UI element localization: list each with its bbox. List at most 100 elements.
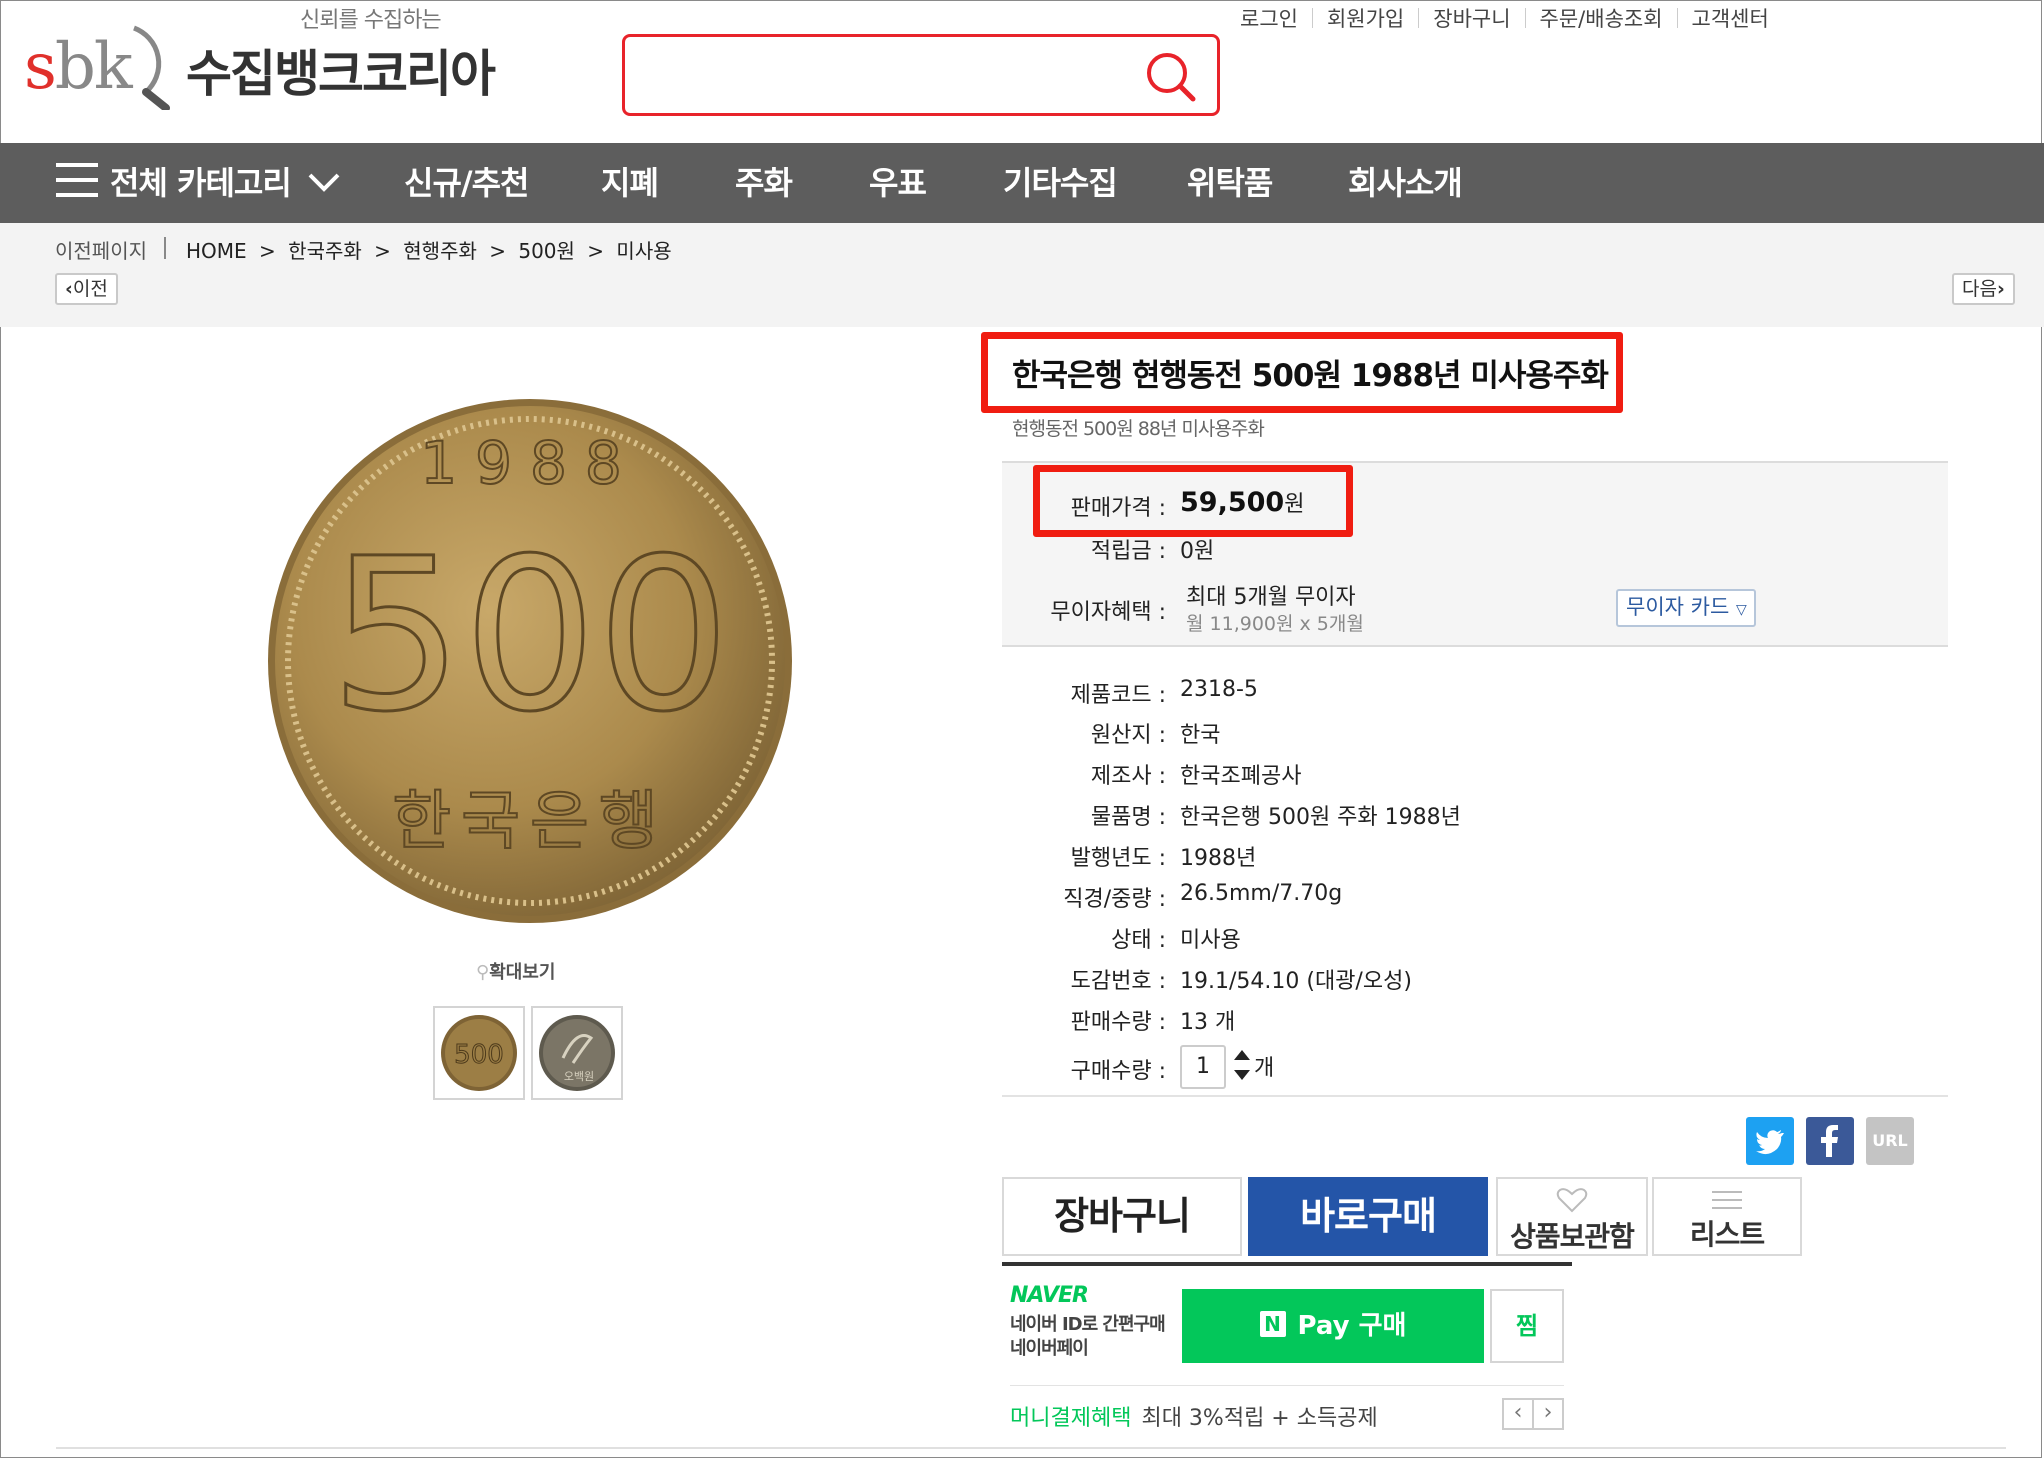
order-tracking-link[interactable]: 주문/배송조회 — [1540, 3, 1663, 33]
nav-new-recommended[interactable]: 신규/추천 — [404, 143, 529, 223]
divider — [1311, 8, 1313, 28]
naver-pay-label: Pay 구매 — [1297, 1311, 1407, 1341]
breadcrumb-separator: > — [374, 239, 391, 263]
add-to-cart-button[interactable]: 장바구니 — [1002, 1177, 1242, 1256]
divider — [1676, 8, 1678, 28]
chevron-down-icon[interactable] — [306, 167, 342, 197]
breadcrumb: HOME > 한국주화 > 현행주화 > 500원 > 미사용 — [186, 235, 678, 264]
list-lines-icon — [1712, 1191, 1742, 1209]
spec-value: 19.1/54.10 (대광/오성) — [1180, 969, 1412, 994]
menu-icon[interactable] — [56, 163, 98, 199]
spec-label: 제품코드 : — [1070, 683, 1166, 708]
spec-label: 직경/중량 : — [1063, 887, 1166, 912]
breadcrumb-separator: > — [259, 239, 276, 263]
spec-value: 1988년 — [1180, 846, 1257, 871]
points-value: 0원 — [1180, 539, 1215, 564]
divider — [1002, 1095, 1948, 1097]
quantity-input[interactable]: 1 — [1180, 1045, 1226, 1089]
spec-label: 도감번호 : — [1070, 969, 1166, 994]
list-button[interactable]: 리스트 — [1652, 1177, 1802, 1256]
chevron-right-icon[interactable]: › — [1532, 1398, 1564, 1430]
naver-desc-line: 네이버페이 — [1010, 1338, 1089, 1359]
login-link[interactable]: 로그인 — [1240, 3, 1298, 33]
spec-label: 제조사 : — [1090, 764, 1166, 789]
product-main-image[interactable]: 1988 500 한국은행 — [250, 388, 810, 933]
prev-product-button[interactable]: ‹이전 — [55, 273, 118, 305]
breadcrumb-separator: > — [489, 239, 506, 263]
nav-consignment[interactable]: 위탁품 — [1187, 143, 1273, 223]
spec-label: 상태 : — [1111, 928, 1166, 953]
cart-link[interactable]: 장바구니 — [1433, 3, 1510, 33]
divider — [1524, 8, 1526, 28]
search-icon[interactable] — [1143, 49, 1199, 105]
spec-value: 미사용 — [1180, 928, 1241, 953]
thumbnail-front[interactable]: 오백원 — [531, 1006, 623, 1100]
naver-pay-button[interactable]: N Pay 구매 — [1182, 1289, 1484, 1363]
customer-center-link[interactable]: 고객센터 — [1692, 3, 1769, 33]
magnifier-icon: ⚲ — [476, 962, 490, 983]
signup-link[interactable]: 회원가입 — [1327, 3, 1404, 33]
buy-now-button[interactable]: 바로구매 — [1248, 1177, 1488, 1256]
zoom-button[interactable]: ⚲확대보기 — [476, 958, 555, 984]
prev-product-label: 이전 — [72, 278, 108, 300]
spec-value: 한국조폐공사 — [1180, 764, 1302, 789]
nav-banknotes[interactable]: 지폐 — [601, 143, 659, 223]
top-links: 로그인 회원가입 장바구니 주문/배송조회 고객센터 — [1240, 0, 1769, 36]
breadcrumb-home[interactable]: HOME — [186, 239, 247, 263]
chevron-right-icon: › — [1996, 278, 2005, 300]
breadcrumb-current-coins[interactable]: 현행주화 — [403, 239, 477, 263]
breadcrumb-500won[interactable]: 500원 — [518, 239, 575, 263]
spec-label: 원산지 : — [1090, 723, 1166, 748]
naver-zzim-button[interactable]: 찜 — [1490, 1289, 1564, 1363]
caret-down-icon: ▽ — [1735, 602, 1747, 618]
magnifier-logo-icon — [133, 25, 170, 110]
search-box[interactable] — [622, 34, 1220, 116]
logo-tagline: 신뢰를 수집하는 — [300, 8, 442, 33]
main-navigation: 전체 카테고리 신규/추천 지폐 주화 우표 기타수집 위탁품 회사소개 — [0, 143, 2044, 223]
twitter-share-button[interactable] — [1746, 1117, 1794, 1165]
quantity-unit: 개 — [1254, 1056, 1275, 1081]
nav-coins[interactable]: 주화 — [735, 143, 793, 223]
thumbnail-back[interactable]: 500 — [433, 1006, 525, 1100]
money-benefit-text: 최대 3%적립 + 소득공제 — [1141, 1406, 1378, 1431]
spec-value: 한국 — [1180, 723, 1221, 748]
quantity-stepper[interactable] — [1232, 1048, 1252, 1084]
bottom-section-edge — [56, 1447, 2006, 1459]
breadcrumb-uncirculated[interactable]: 미사용 — [616, 239, 671, 263]
spec-value: 한국은행 500원 주화 1988년 — [1180, 805, 1461, 830]
next-product-label: 다음 — [1962, 278, 1997, 300]
wishlist-label: 상품보관함 — [1510, 1220, 1635, 1253]
card-button-label: 무이자 카드 — [1626, 595, 1730, 619]
facebook-share-button[interactable] — [1806, 1117, 1854, 1165]
installment-value: 최대 5개월 무이자 — [1186, 585, 1356, 610]
nav-other-collectibles[interactable]: 기타수집 — [1003, 143, 1118, 223]
nav-about[interactable]: 회사소개 — [1348, 143, 1463, 223]
breadcrumb-korean-coins[interactable]: 한국주화 — [288, 239, 362, 263]
wishlist-button[interactable]: 상품보관함 — [1496, 1177, 1648, 1256]
search-input[interactable] — [641, 51, 1121, 99]
price-value: 59,500 — [1180, 487, 1285, 518]
brand-name: 수집뱅크코리아 — [186, 45, 496, 103]
next-product-button[interactable]: 다음› — [1952, 273, 2015, 305]
nav-stamps[interactable]: 우표 — [869, 143, 927, 223]
site-logo[interactable]: 신뢰를 수집하는 sbk 수집뱅크코리아 — [24, 0, 504, 135]
location-bar: 이전페이지 HOME > 한국주화 > 현행주화 > 500원 > 미사용 ‹이… — [0, 223, 2044, 327]
url-copy-button[interactable]: URL — [1866, 1117, 1914, 1165]
coin-year-text: 1988 — [420, 429, 640, 497]
previous-page-link[interactable]: 이전페이지 — [55, 235, 147, 264]
quantity-label: 구매수량 : — [1070, 1059, 1166, 1084]
points-label: 적립금 : — [1090, 539, 1166, 564]
spec-value: 13 개 — [1180, 1010, 1236, 1035]
spec-value: 26.5mm/7.70g — [1180, 881, 1343, 906]
nav-all-categories[interactable]: 전체 카테고리 — [110, 143, 292, 223]
divider — [1418, 8, 1420, 28]
divider — [1010, 1385, 1564, 1386]
spec-label: 판매수량 : — [1070, 1010, 1166, 1035]
interest-free-card-button[interactable]: 무이자 카드 ▽ — [1616, 589, 1756, 627]
price-label: 판매가격 : — [1070, 496, 1166, 521]
coin-issuer-text: 한국은행 — [392, 785, 668, 859]
money-benefit: 머니결제혜택 최대 3%적립 + 소득공제 — [1010, 1400, 1378, 1432]
money-benefit-label: 머니결제혜택 — [1010, 1406, 1132, 1431]
chevron-left-icon: ‹ — [65, 278, 73, 300]
chevron-left-icon[interactable]: ‹ — [1502, 1398, 1534, 1430]
